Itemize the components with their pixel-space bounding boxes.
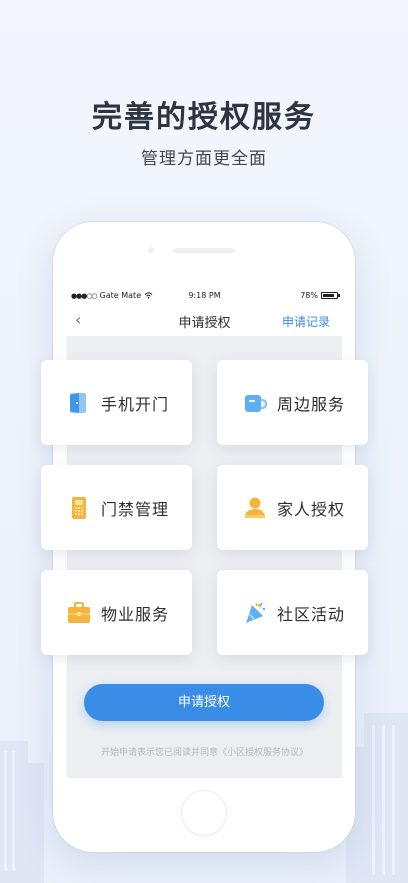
tile-family-authorization[interactable]: 家人授权 — [217, 465, 368, 550]
tile-nearby-services[interactable]: 周边服务 — [217, 360, 368, 445]
agreement-notice: 开始申请表示您已阅读并同意《小区授权服务协议》 — [100, 748, 308, 758]
person-icon — [245, 497, 265, 518]
tile-phone-unlock[interactable]: 手机开门 — [41, 360, 192, 445]
home-button — [181, 790, 227, 836]
status-bar: ●●●○○ Gate Mate 9:18 PM 78% — [67, 286, 342, 306]
phone-door-icon — [70, 392, 86, 413]
tile-label: 手机开门 — [101, 394, 170, 414]
tile-label: 门禁管理 — [101, 499, 170, 519]
tile-property-services[interactable]: 物业服务 — [41, 570, 192, 655]
briefcase-icon — [68, 601, 90, 623]
promo-headline: 完善的授权服务 — [92, 100, 316, 135]
apply-records-link[interactable]: 申请记录 — [282, 313, 330, 330]
cup-icon — [245, 394, 267, 412]
party-horn-icon — [246, 602, 266, 623]
phone-speaker — [173, 248, 235, 253]
nav-bar: ‹ 申请授权 申请记录 — [67, 306, 342, 336]
access-card-icon — [72, 496, 86, 519]
apply-authorization-button[interactable]: 申请授权 — [84, 684, 324, 721]
tile-community-events[interactable]: 社区活动 — [217, 570, 368, 655]
phone-camera — [148, 247, 154, 253]
tile-label: 家人授权 — [277, 499, 346, 519]
tile-label: 周边服务 — [277, 394, 346, 414]
promo-subline: 管理方面更全面 — [141, 149, 267, 169]
tile-label: 物业服务 — [101, 604, 170, 624]
battery-percent: 78% — [300, 291, 318, 300]
battery-icon — [321, 292, 340, 299]
tile-access-control[interactable]: 门禁管理 — [41, 465, 192, 550]
tile-label: 社区活动 — [277, 604, 346, 624]
